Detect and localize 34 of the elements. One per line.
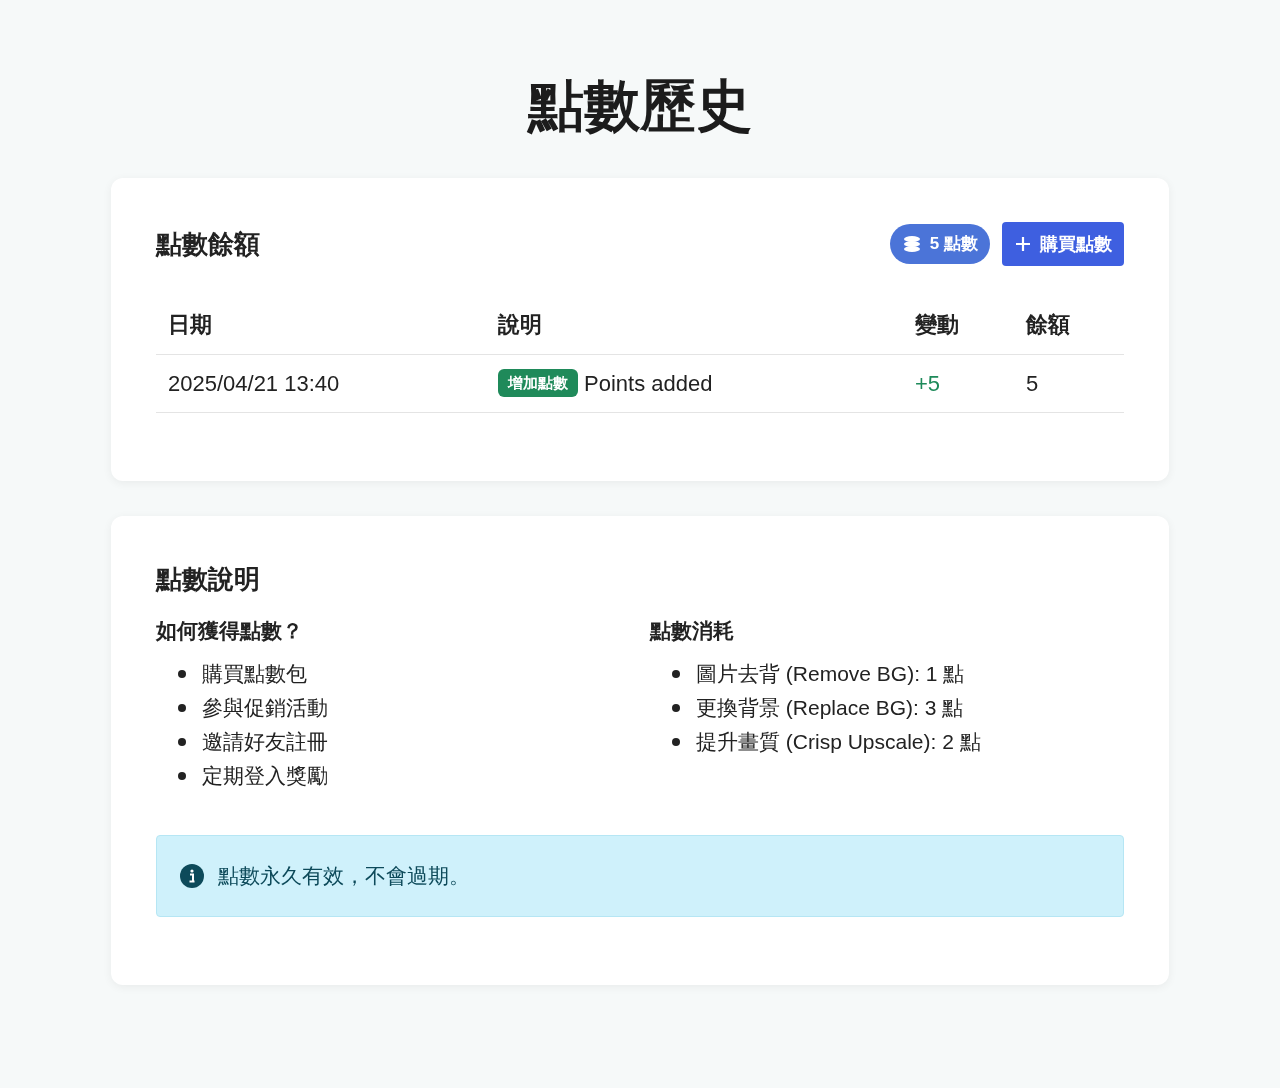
bullet-icon <box>672 703 680 712</box>
balance-cell: 5 <box>1014 354 1124 412</box>
coins-icon <box>901 235 922 253</box>
date-cell: 2025/04/21 13:40 <box>156 354 486 412</box>
list-item: 邀請好友註冊 <box>202 729 328 755</box>
info-icon <box>180 864 204 888</box>
bullet-icon <box>178 669 186 678</box>
column-header: 餘額 <box>1014 296 1124 354</box>
section-heading: 如何獲得點數？ <box>156 617 304 644</box>
bullet-icon <box>178 771 186 780</box>
column-header: 變動 <box>903 296 1014 354</box>
column-header: 說明 <box>486 296 903 354</box>
list-item: 更換背景 (Replace BG): 3 點 <box>696 695 964 721</box>
buy-points-button[interactable]: 購買點數 <box>1002 222 1124 266</box>
plus-icon <box>1014 235 1032 253</box>
bullet-icon <box>178 703 186 712</box>
list-item: 購買點數包 <box>202 661 307 687</box>
notice-text: 點數永久有效，不會過期。 <box>218 863 470 890</box>
bullet-icon <box>178 737 186 746</box>
bullet-icon <box>672 669 680 678</box>
list-item: 圖片去背 (Remove BG): 1 點 <box>696 661 965 687</box>
page-title: 點數歷史 <box>528 78 752 134</box>
column-header: 日期 <box>156 296 486 354</box>
bullet-icon <box>672 737 680 746</box>
list-item: 定期登入獎勵 <box>202 763 328 789</box>
list-item: 提升畫質 (Crisp Upscale): 2 點 <box>696 729 981 755</box>
card-title: 點數餘額 <box>156 227 260 261</box>
card-title: 點數說明 <box>156 562 261 596</box>
list-item: 參與促銷活動 <box>202 695 328 721</box>
description-text: Points added <box>584 369 713 398</box>
balance-text: 5 點數 <box>929 233 978 256</box>
increase-tag: 增加點數 <box>498 368 578 398</box>
section-heading: 點數消耗 <box>650 617 735 644</box>
change-cell: +5 <box>903 354 1014 412</box>
